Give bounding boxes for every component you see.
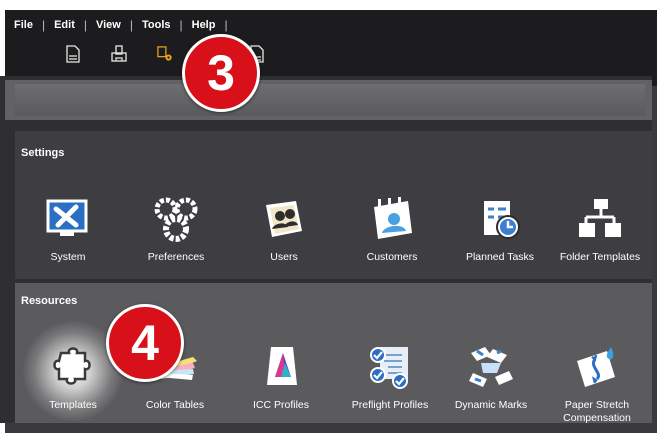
preflight-check-icon <box>366 343 414 391</box>
settings-item-customers[interactable]: Customers <box>340 195 444 264</box>
folder-templates-icon <box>576 195 624 243</box>
gears-icon <box>152 195 200 243</box>
settings-item-label: Customers <box>366 251 418 263</box>
resources-item-preflight-profiles[interactable]: Preflight Profiles <box>338 343 442 412</box>
callout-badge-3: 3 <box>182 34 260 112</box>
menu-tools[interactable]: Tools <box>133 19 180 31</box>
menu-help[interactable]: Help <box>183 19 225 31</box>
resources-item-label: Color Tables <box>145 399 205 411</box>
top-bar: File | Edit | View | Tools | Help | <box>5 10 657 86</box>
settings-title: Settings <box>21 147 65 159</box>
menu-edit[interactable]: Edit <box>45 19 84 31</box>
settings-section: Settings System Preferences Users Custom… <box>15 131 652 279</box>
settings-item-label: Folder Templates <box>559 251 641 263</box>
resources-item-label: ICC Profiles <box>252 399 309 411</box>
settings-item-planned-tasks[interactable]: Planned Tasks <box>448 195 552 264</box>
menu-view[interactable]: View <box>87 19 130 31</box>
settings-item-label: Planned Tasks <box>465 251 535 263</box>
resources-item-paper-stretch-compensation[interactable]: Paper Stretch Compensation <box>545 343 649 425</box>
paper-stretch-icon <box>573 343 621 391</box>
puzzle-piece-icon <box>49 343 97 391</box>
settings-item-folder-templates[interactable]: Folder Templates <box>548 195 652 264</box>
print-icon[interactable] <box>111 44 127 64</box>
toolbar <box>65 44 295 64</box>
settings-item-label: Users <box>270 251 298 263</box>
resources-item-label: Preflight Profiles <box>351 399 429 411</box>
settings-item-label: System <box>50 251 86 263</box>
resources-item-label: Templates <box>49 399 97 411</box>
menu-separator: | <box>224 18 228 32</box>
resources-item-label: Dynamic Marks <box>454 399 528 411</box>
settings-item-preferences[interactable]: Preferences <box>124 195 228 264</box>
settings-gear-icon[interactable] <box>157 44 173 64</box>
search-field[interactable] <box>15 84 645 116</box>
document-abc-icon[interactable] <box>65 44 81 64</box>
resources-item-dynamic-marks[interactable]: Dynamic Marks <box>439 343 543 412</box>
resources-item-label: Paper Stretch Compensation <box>563 399 631 424</box>
settings-item-system[interactable]: System <box>16 195 120 264</box>
customers-icon <box>368 195 416 243</box>
resources-item-icc-profiles[interactable]: ICC Profiles <box>229 343 333 412</box>
settings-item-users[interactable]: Users <box>232 195 336 264</box>
system-tools-icon <box>44 195 92 243</box>
callout-badge-4: 4 <box>106 304 184 382</box>
dynamic-marks-icon <box>467 343 515 391</box>
menu-bar: File | Edit | View | Tools | Help | <box>5 16 228 34</box>
resources-title: Resources <box>21 295 78 307</box>
planned-tasks-icon <box>476 195 524 243</box>
menu-file[interactable]: File <box>5 19 42 31</box>
users-icon <box>260 195 308 243</box>
icc-profile-icon <box>257 343 305 391</box>
settings-item-label: Preferences <box>147 251 205 263</box>
